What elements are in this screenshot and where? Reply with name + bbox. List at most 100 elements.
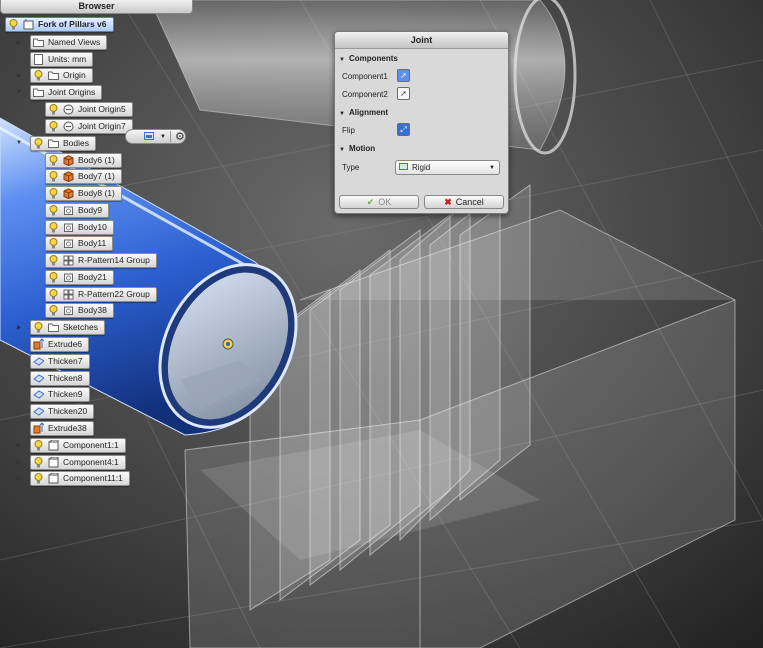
browser-tree-item[interactable]: Component4:1 [30,454,126,470]
collapsed-triangle-icon[interactable]: ▶ [15,459,23,466]
browser-tree-item[interactable]: Component1:1 [30,437,126,453]
browser-tree-row[interactable]: ▶ Origin [15,67,93,83]
collapsed-triangle-icon[interactable]: ▶ [15,324,23,331]
browser-tree-item[interactable]: Body8 (1) [45,185,122,201]
browser-tree-item[interactable]: Body11 [45,235,114,251]
expanded-triangle-icon[interactable]: ▼ [15,140,23,146]
browser-tree-item[interactable]: Body21 [45,269,114,285]
browser-tree-row[interactable]: Units: mm [15,51,94,67]
ok-button[interactable]: ✔ OK [339,195,419,209]
collapsed-triangle-icon[interactable]: ▶ [15,475,23,482]
browser-tree-item[interactable]: Origin [30,67,93,83]
browser-tree-item[interactable]: Body6 (1) [45,152,122,168]
browser-tree-row[interactable]: Body10 [30,219,114,235]
lightbulb-icon[interactable] [33,439,44,451]
collapse-triangle-icon[interactable]: ▼ [339,57,345,63]
lightbulb-icon[interactable] [48,103,59,115]
lightbulb-icon[interactable] [33,321,44,333]
browser-tree-row[interactable]: Extrude38 [15,420,94,436]
lightbulb-icon[interactable] [48,304,59,316]
browser-tree-row[interactable]: Body38 [30,302,114,318]
browser-tree-row[interactable]: ▶ Named Views [15,34,108,50]
lightbulb-icon[interactable] [33,456,44,468]
flip-button[interactable]: ⤢ [397,123,410,136]
appearance-icon[interactable] [142,132,160,141]
components-section-header[interactable]: ▼ Components [335,53,508,65]
browser-tree-item[interactable]: Extrude38 [30,420,94,436]
browser-tree-item[interactable]: Component11:1 [30,470,130,486]
browser-tree-row[interactable]: Body6 (1) [30,152,122,168]
browser-tree-item[interactable]: Body38 [45,302,114,318]
lightbulb-icon[interactable] [48,187,59,199]
browser-tree-item[interactable]: Thicken7 [30,353,90,369]
browser-tree-item-label: Component11:1 [63,473,123,483]
lightbulb-icon[interactable] [48,237,59,249]
browser-tree-item[interactable]: R-Pattern22 Group [45,286,157,302]
browser-tree-item[interactable]: R-Pattern14 Group [45,252,157,268]
browser-tree-item[interactable]: Units: mm [30,51,94,67]
lightbulb-icon[interactable] [8,18,19,30]
browser-tree-item[interactable]: Thicken8 [30,370,90,386]
browser-tree-item[interactable]: Joint Origins [30,84,103,100]
lightbulb-icon[interactable] [33,472,44,484]
browser-tree-item[interactable]: Body9 [45,202,110,218]
browser-tree-row[interactable]: Thicken9 [15,386,90,402]
type-select[interactable]: Rigid ▼ [395,160,500,175]
lightbulb-icon[interactable] [48,170,59,182]
browser-root-row[interactable]: Fork of Pillars v6 [5,16,114,32]
browser-tree-item[interactable]: Thicken20 [30,403,95,419]
lightbulb-icon[interactable] [48,288,59,300]
gear-icon[interactable]: ⚙ [175,130,185,143]
component2-select-button[interactable]: ➚ [397,87,410,100]
cancel-button[interactable]: ✖ Cancel [424,195,504,209]
browser-tree-row[interactable]: ▶ Component11:1 [15,470,130,486]
browser-tree-row[interactable]: R-Pattern22 Group [30,286,157,302]
collapse-triangle-icon[interactable]: ▼ [339,111,345,117]
browser-tree-row[interactable]: Joint Origin5 [30,101,133,117]
browser-tree-row[interactable]: Thicken8 [15,370,90,386]
chevron-down-icon[interactable]: ▼ [160,134,166,140]
collapsed-triangle-icon[interactable]: ▶ [15,72,23,79]
lightbulb-icon[interactable] [33,137,44,149]
component1-select-button[interactable]: ➚ [397,69,410,82]
browser-tree-row[interactable]: ▼ Joint Origins [15,84,103,100]
expanded-triangle-icon[interactable]: ▼ [15,89,23,95]
collapse-triangle-icon[interactable]: ▼ [339,147,345,153]
lightbulb-icon[interactable] [48,120,59,132]
collapsed-triangle-icon[interactable]: ▶ [15,442,23,449]
browser-tree-row[interactable]: Extrude6 [15,336,90,352]
browser-tree-item[interactable]: Body10 [45,219,114,235]
browser-tree-row[interactable]: Thicken7 [15,353,90,369]
browser-tree-item[interactable]: Sketches [30,319,105,335]
browser-tree-row[interactable]: ▶ Component1:1 [15,437,126,453]
joint-dialog-title[interactable]: Joint [335,32,508,49]
browser-tree-row[interactable]: ▼ Bodies [15,135,96,151]
lightbulb-icon[interactable] [48,254,59,266]
lightbulb-icon[interactable] [48,154,59,166]
browser-tree-row[interactable]: ▶ Component4:1 [15,454,126,470]
browser-tree-item[interactable]: Thicken9 [30,386,90,402]
browser-tree-item[interactable]: Body7 (1) [45,168,122,184]
lightbulb-icon[interactable] [48,204,59,216]
browser-tree-row[interactable]: Body11 [30,235,114,251]
browser-tree-row[interactable]: Body21 [30,269,114,285]
alignment-section-header[interactable]: ▼ Alignment [335,107,508,119]
browser-root-pill[interactable]: Fork of Pillars v6 [5,16,114,32]
browser-tree-item[interactable]: Named Views [30,34,108,50]
browser-tree-row[interactable]: Body7 (1) [30,168,122,184]
lightbulb-icon[interactable] [48,271,59,283]
lightbulb-icon[interactable] [33,69,44,81]
browser-tree-row[interactable]: Body8 (1) [30,185,122,201]
browser-tree-item[interactable]: Joint Origin7 [45,118,133,134]
browser-tree-item[interactable]: Joint Origin5 [45,101,133,117]
browser-tree-row[interactable]: Thicken20 [15,403,95,419]
browser-tree-row[interactable]: ▶ Sketches [15,319,105,335]
browser-tree-row[interactable]: Joint Origin7 [30,118,133,134]
browser-tree-item[interactable]: Bodies [30,135,96,151]
browser-tree-row[interactable]: Body9 [30,202,110,218]
motion-section-header[interactable]: ▼ Motion [335,143,508,155]
lightbulb-icon[interactable] [48,221,59,233]
browser-tree-item[interactable]: Extrude6 [30,336,90,352]
browser-tree-row[interactable]: R-Pattern14 Group [30,252,157,268]
collapsed-triangle-icon[interactable]: ▶ [15,39,23,46]
